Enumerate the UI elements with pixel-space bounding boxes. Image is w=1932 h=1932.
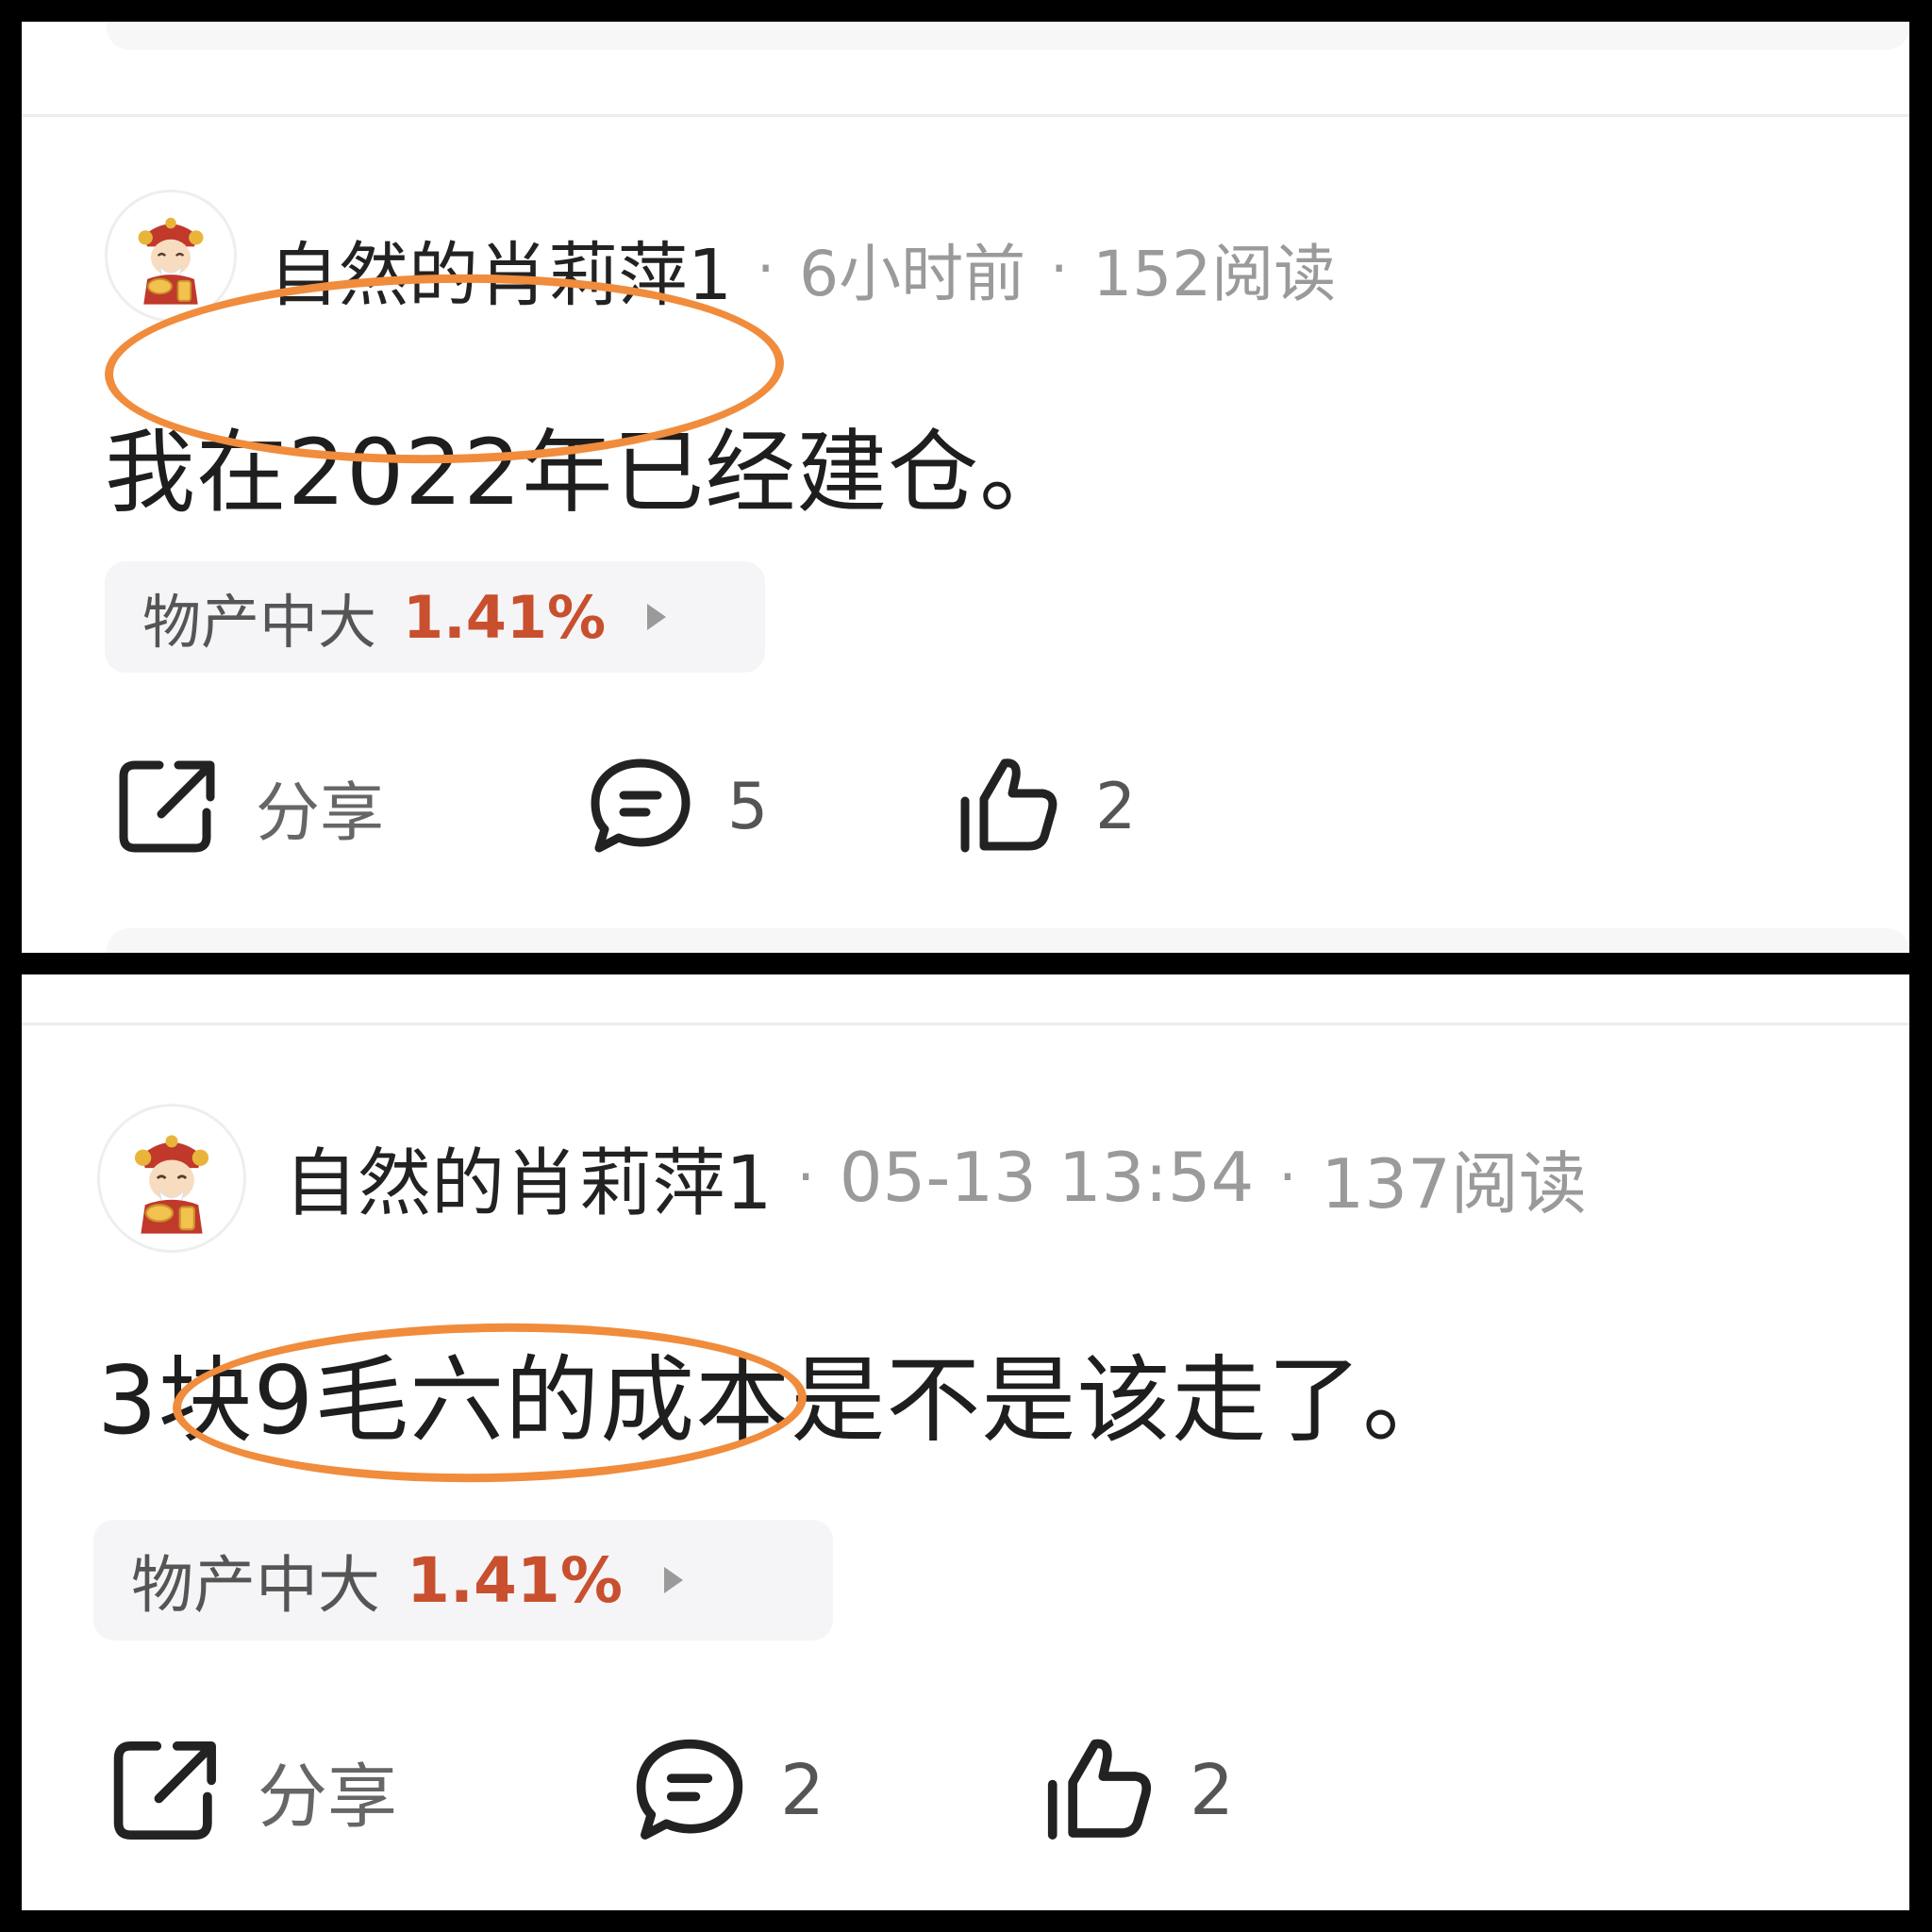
comment-icon	[591, 758, 691, 853]
post-card-1: 自然的肖莉萍1 · 6小时前 · 152阅读 我在2022年已经建仓。 物产中大…	[22, 22, 1909, 953]
username[interactable]: 自然的肖莉萍1	[269, 219, 732, 320]
like-button[interactable]: 2	[1042, 1734, 1234, 1847]
stock-tag[interactable]: 物产中大 1.41%	[93, 1520, 833, 1641]
like-count: 2	[1095, 769, 1137, 844]
comment-button[interactable]: 2	[633, 1734, 824, 1847]
avatar-fortune-god-icon	[108, 192, 234, 319]
post-content[interactable]: 3块9毛六的成本是不是该走了。	[97, 1324, 1457, 1460]
play-arrow-icon	[647, 604, 667, 630]
share-icon	[113, 1741, 216, 1840]
thumbs-up-icon	[960, 758, 1058, 853]
next-card-edge	[107, 928, 1909, 953]
share-button[interactable]: 分享	[110, 1734, 397, 1847]
meta-separator: ·	[1278, 1144, 1297, 1210]
previous-card-edge	[107, 22, 1909, 50]
post-time: 6小时前	[799, 238, 1026, 310]
read-count: 137阅读	[1321, 1143, 1587, 1224]
share-icon	[119, 760, 215, 853]
share-label: 分享	[256, 775, 385, 851]
comment-button[interactable]: 5	[588, 755, 768, 858]
meta-separator: ·	[796, 1144, 815, 1210]
username[interactable]: 自然的肖莉萍1	[284, 1124, 773, 1230]
meta-separator: ·	[1050, 236, 1069, 302]
read-count: 152阅读	[1092, 238, 1337, 310]
like-button[interactable]: 2	[956, 755, 1136, 858]
like-count: 2	[1190, 1750, 1235, 1831]
post-card-2: 自然的肖莉萍1 · 05-13 13:54 · 137阅读 3块9毛六的成本是不…	[22, 974, 1909, 1910]
play-arrow-icon	[663, 1567, 683, 1593]
stock-change: 1.41%	[403, 582, 607, 652]
comment-icon	[636, 1739, 743, 1840]
avatar[interactable]	[97, 1104, 246, 1253]
avatar[interactable]	[105, 190, 237, 322]
post-content[interactable]: 我在2022年已经建仓。	[105, 399, 1071, 530]
post-meta: 自然的肖莉萍1 · 05-13 13:54 · 137阅读	[284, 1130, 1587, 1226]
post-meta: 自然的肖莉萍1 · 6小时前 · 152阅读	[269, 222, 1336, 316]
post-time: 05-13 13:54	[839, 1138, 1255, 1217]
comment-count: 2	[780, 1750, 825, 1831]
stock-name: 物产中大	[131, 1549, 380, 1622]
stock-tag[interactable]: 物产中大 1.41%	[105, 561, 765, 673]
stock-name: 物产中大	[142, 588, 377, 657]
stock-change: 1.41%	[407, 1543, 623, 1617]
comment-count: 5	[727, 769, 769, 844]
thumbs-up-icon	[1047, 1739, 1152, 1840]
avatar-fortune-god-icon	[100, 1107, 243, 1250]
divider	[22, 114, 1909, 117]
share-label: 分享	[258, 1756, 397, 1838]
divider	[22, 1023, 1909, 1025]
meta-separator: ·	[757, 236, 775, 302]
share-button[interactable]: 分享	[116, 755, 384, 858]
